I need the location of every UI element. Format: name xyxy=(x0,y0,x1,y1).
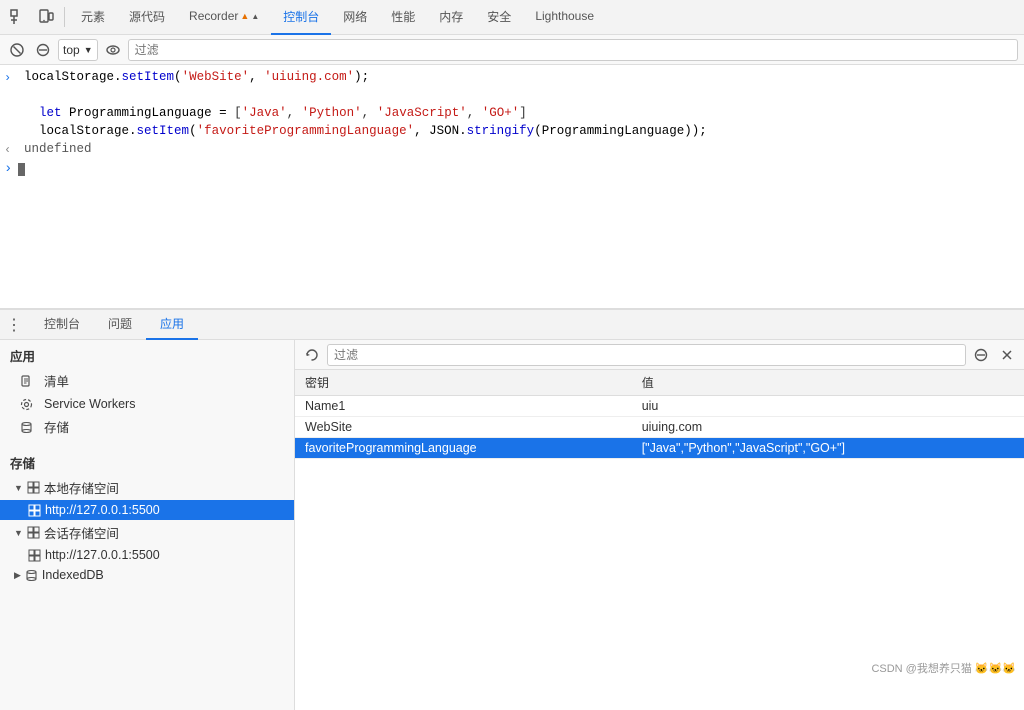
nav-tab-recorder[interactable]: Recorder ▲ xyxy=(177,0,271,35)
cursor-prompt: › xyxy=(4,161,12,177)
sidebar-session-storage-url[interactable]: http://127.0.0.1:5500 xyxy=(0,545,294,565)
console-toolbar: top ▼ xyxy=(0,35,1024,65)
expand-triangle-local: ▼ xyxy=(14,483,23,493)
sidebar-manifest-label: 清单 xyxy=(44,371,69,390)
frame-selector[interactable]: top ▼ xyxy=(58,39,98,61)
sidebar-storage-label: 存储 xyxy=(44,417,69,436)
console-line-4: ‹ undefined xyxy=(0,141,1024,159)
top-nav-bar: // Render nav tabs from data 元素 源代码 Reco… xyxy=(0,0,1024,35)
col-header-key: 密钥 xyxy=(295,370,632,396)
console-line-1: › localStorage.setItem('WebSite', 'uiuin… xyxy=(0,69,1024,87)
console-line-3: localStorage.setItem('favoriteProgrammin… xyxy=(0,123,1024,141)
refresh-button[interactable] xyxy=(301,344,323,366)
table-cell-value: ["Java","Python","JavaScript","GO+"] xyxy=(632,438,1024,459)
sidebar-spacer xyxy=(0,439,294,447)
col-header-value: 值 xyxy=(632,370,1024,396)
console-prompt-out: ‹ xyxy=(4,142,18,157)
frame-selector-label: top xyxy=(63,43,80,57)
sidebar-indexeddb[interactable]: ▶ IndexedDB xyxy=(0,565,294,585)
table-cell-key: WebSite xyxy=(295,417,632,438)
nav-divider-1 xyxy=(64,7,65,27)
nav-tab-performance[interactable]: 性能 xyxy=(379,0,427,35)
grid-icon-session-url xyxy=(28,549,41,562)
table-cell-key: favoriteProgrammingLanguage xyxy=(295,438,632,459)
nav-tab-memory[interactable]: 内存 xyxy=(427,0,475,35)
sidebar-session-storage-group[interactable]: ▼ 会话存储空间 xyxy=(0,520,294,545)
table-cell-value: uiuing.com xyxy=(632,417,1024,438)
table-cell-value: uiu xyxy=(632,396,1024,417)
frame-selector-arrow: ▼ xyxy=(84,45,93,55)
panel-tab-console[interactable]: 控制台 xyxy=(30,310,94,340)
indexeddb-label: IndexedDB xyxy=(42,568,104,582)
nav-tab-source[interactable]: 源代码 xyxy=(117,0,177,35)
nav-tab-security[interactable]: 安全 xyxy=(475,0,523,35)
console-filter-input[interactable] xyxy=(128,39,1018,61)
panel-tab-issues[interactable]: 问题 xyxy=(94,310,146,340)
console-output: › localStorage.setItem('WebSite', 'uiuin… xyxy=(0,65,1024,310)
nav-tab-console[interactable]: 控制台 xyxy=(271,0,331,35)
table-row[interactable]: favoriteProgrammingLanguage["Java","Pyth… xyxy=(295,438,1024,459)
nav-tab-elements[interactable]: 元素 xyxy=(69,0,117,35)
cylinder-icon xyxy=(20,419,38,434)
panel-tabs: ⋮ 控制台 问题 应用 xyxy=(0,310,1024,340)
right-toolbar xyxy=(295,340,1024,370)
bottom-panel: ⋮ 控制台 问题 应用 应用 清单 Service Workers xyxy=(0,310,1024,710)
local-storage-label: 本地存储空间 xyxy=(44,478,119,497)
grid-icon-local xyxy=(27,481,40,494)
device-icon[interactable] xyxy=(32,3,60,31)
expand-triangle-idb: ▶ xyxy=(14,570,21,581)
clear-console-button[interactable] xyxy=(6,39,28,61)
grid-icon-url xyxy=(28,504,41,517)
sidebar-app-title: 应用 xyxy=(0,340,294,368)
table-row[interactable]: WebSiteuiuing.com xyxy=(295,417,1024,438)
grid-icon-session xyxy=(27,526,40,539)
console-line-2: let ProgrammingLanguage = ['Java', 'Pyth… xyxy=(0,105,1024,123)
nav-tab-network[interactable]: 网络 xyxy=(331,0,379,35)
block-button-right[interactable] xyxy=(970,344,992,366)
eye-icon[interactable] xyxy=(102,39,124,61)
app-sidebar: 应用 清单 Service Workers 存储 存储 xyxy=(0,340,295,710)
sidebar-local-storage-url[interactable]: http://127.0.0.1:5500 xyxy=(0,500,294,520)
inspect-icon[interactable] xyxy=(4,3,32,31)
sidebar-item-service-workers[interactable]: Service Workers xyxy=(0,393,294,414)
sidebar-sw-label: Service Workers xyxy=(44,397,135,411)
panel-content: 应用 清单 Service Workers 存储 存储 xyxy=(0,340,1024,710)
gear-icon xyxy=(20,396,38,411)
table-row[interactable]: Name1uiu xyxy=(295,396,1024,417)
file-icon xyxy=(20,373,38,388)
session-storage-label: 会话存储空间 xyxy=(44,523,119,542)
cursor-input xyxy=(18,163,25,176)
storage-table-wrap: 密钥 值 Name1uiuWebSiteuiuing.comfavoritePr… xyxy=(295,370,1024,710)
sidebar-storage-title: 存储 xyxy=(0,447,294,475)
nav-tab-lighthouse[interactable]: Lighthouse xyxy=(523,0,606,35)
panel-more-button[interactable]: ⋮ xyxy=(6,315,22,335)
session-storage-url-label: http://127.0.0.1:5500 xyxy=(45,548,160,562)
sidebar-item-manifest[interactable]: 清单 xyxy=(0,368,294,393)
expand-triangle-session: ▼ xyxy=(14,528,23,538)
cylinder-icon-idb xyxy=(25,569,38,582)
console-prompt-3 xyxy=(4,124,18,125)
console-prompt-2 xyxy=(4,106,18,107)
console-cursor-line[interactable]: › xyxy=(0,159,1024,179)
right-filter-input[interactable] xyxy=(327,344,966,366)
sidebar-local-storage-group[interactable]: ▼ 本地存储空间 xyxy=(0,475,294,500)
local-storage-url-label: http://127.0.0.1:5500 xyxy=(45,503,160,517)
panel-tab-app[interactable]: 应用 xyxy=(146,310,198,340)
close-button-right[interactable] xyxy=(996,344,1018,366)
console-prompt-1: › xyxy=(4,70,18,85)
sidebar-item-storage[interactable]: 存储 xyxy=(0,414,294,439)
console-line-blank xyxy=(0,87,1024,105)
table-cell-key: Name1 xyxy=(295,396,632,417)
storage-table: 密钥 值 Name1uiuWebSiteuiuing.comfavoritePr… xyxy=(295,370,1024,459)
right-content-area: 密钥 值 Name1uiuWebSiteuiuing.comfavoritePr… xyxy=(295,340,1024,710)
watermark: CSDN @我想养只猫 🐱🐱🐱 xyxy=(871,660,1016,676)
block-icon[interactable] xyxy=(32,39,54,61)
